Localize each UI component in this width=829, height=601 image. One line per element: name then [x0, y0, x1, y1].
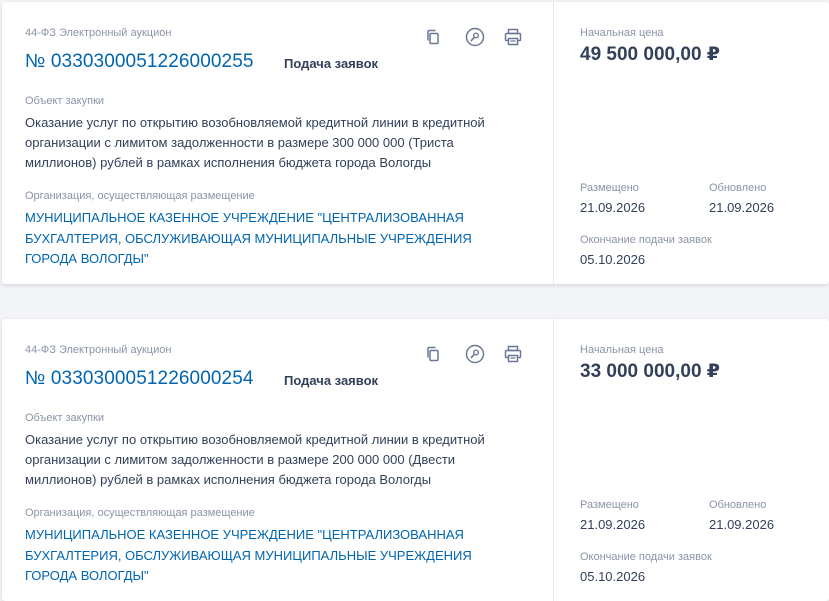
updated-date: 21.09.2026 — [709, 517, 775, 532]
initial-price: 33 000 000,00 ₽ — [580, 361, 721, 382]
updated-label: Обновлено — [709, 182, 767, 194]
deadline-date: 05.10.2026 — [580, 569, 646, 584]
tender-main-info: 44-ФЗ Электронный аукцион № 033030005122… — [2, 319, 554, 601]
organization-label: Организация, осуществляющая размещение — [25, 507, 255, 519]
posted-date: 21.09.2026 — [580, 200, 646, 215]
posted-label: Размещено — [580, 182, 639, 194]
card-actions — [420, 341, 526, 367]
deadline-label: Окончание подачи заявок — [580, 234, 712, 246]
law-type: 44-ФЗ Электронный аукцион — [25, 27, 172, 39]
tender-card: 44-ФЗ Электронный аукцион № 033030005122… — [2, 2, 829, 284]
organization-link[interactable]: МУНИЦИПАЛЬНОЕ КАЗЕННОЕ УЧРЕЖДЕНИЕ "ЦЕНТР… — [25, 208, 525, 270]
law-type: 44-ФЗ Электронный аукцион — [25, 344, 172, 356]
organization-link[interactable]: МУНИЦИПАЛЬНОЕ КАЗЕННОЕ УЧРЕЖДЕНИЕ "ЦЕНТР… — [25, 525, 525, 587]
updated-date: 21.09.2026 — [709, 200, 775, 215]
object-label: Объект закупки — [25, 95, 105, 107]
tender-card: 44-ФЗ Электронный аукцион № 033030005122… — [2, 319, 829, 601]
tender-number-link[interactable]: № 0330300051226000255 — [25, 51, 254, 73]
tender-price-info: Начальная цена 33 000 000,00 ₽ Размещено… — [554, 319, 829, 601]
posted-label: Размещено — [580, 499, 639, 511]
initial-price: 49 500 000,00 ₽ — [580, 44, 721, 65]
eye-icon[interactable] — [462, 341, 488, 367]
organization-label: Организация, осуществляющая размещение — [25, 190, 255, 202]
price-label: Начальная цена — [580, 344, 664, 356]
printer-icon[interactable] — [500, 24, 526, 50]
eye-icon[interactable] — [462, 24, 488, 50]
status-badge: Подача заявок — [284, 56, 379, 71]
object-label: Объект закупки — [25, 412, 105, 424]
tender-main-info: 44-ФЗ Электронный аукцион № 033030005122… — [2, 2, 554, 284]
card-actions — [420, 24, 526, 50]
status-badge: Подача заявок — [284, 373, 379, 388]
posted-date: 21.09.2026 — [580, 517, 646, 532]
printer-icon[interactable] — [500, 341, 526, 367]
copy-icon[interactable] — [420, 341, 446, 367]
tender-price-info: Начальная цена 49 500 000,00 ₽ Размещено… — [554, 2, 829, 284]
object-description: Оказание услуг по открытию возобновляемо… — [25, 432, 485, 487]
object-description: Оказание услуг по открытию возобновляемо… — [25, 115, 485, 170]
copy-icon[interactable] — [420, 24, 446, 50]
updated-label: Обновлено — [709, 499, 767, 511]
deadline-date: 05.10.2026 — [580, 252, 646, 267]
tender-number-link[interactable]: № 0330300051226000254 — [25, 368, 254, 390]
deadline-label: Окончание подачи заявок — [580, 551, 712, 563]
price-label: Начальная цена — [580, 27, 664, 39]
